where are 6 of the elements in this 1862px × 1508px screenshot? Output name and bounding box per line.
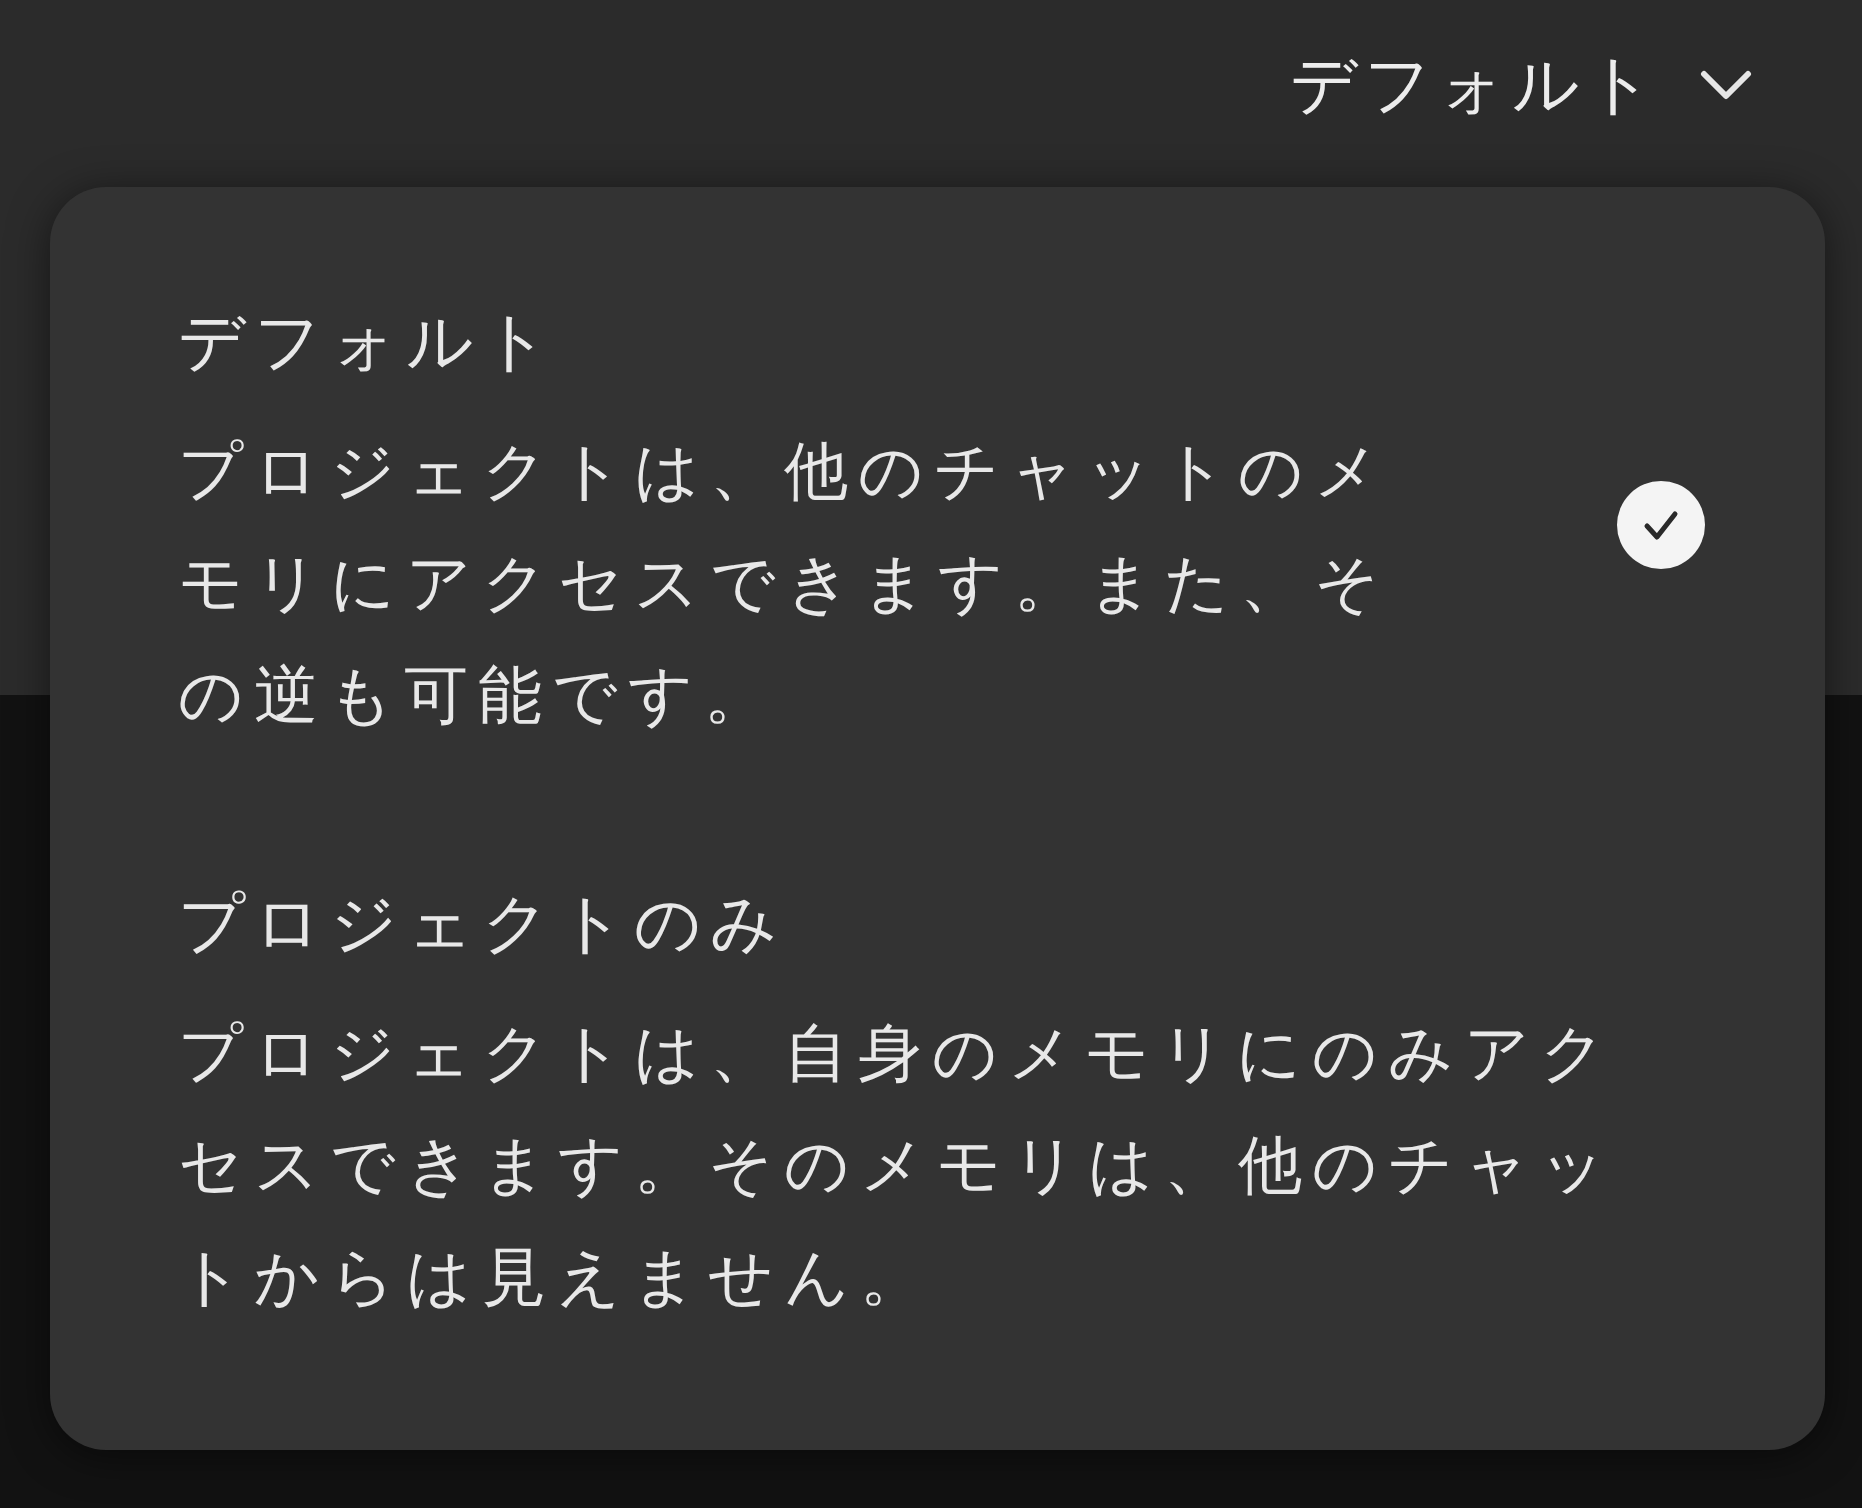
option-description: プロジェクトは、自身のメモリにのみアクセスできます。そのメモリは、他のチャットからは見えません。 <box>178 1014 1617 1316</box>
option-title[interactable]: プロジェクトのみ <box>178 880 1628 967</box>
memory-dropdown[interactable]: デフォルト <box>1290 40 1752 130</box>
option-description: プロジェクトは、他のチャットのメモリにアクセスできます。また、その逆も可能です。 <box>178 432 1391 734</box>
option-title[interactable]: デフォルト <box>178 299 1408 385</box>
chevron-down-icon <box>1700 69 1752 101</box>
